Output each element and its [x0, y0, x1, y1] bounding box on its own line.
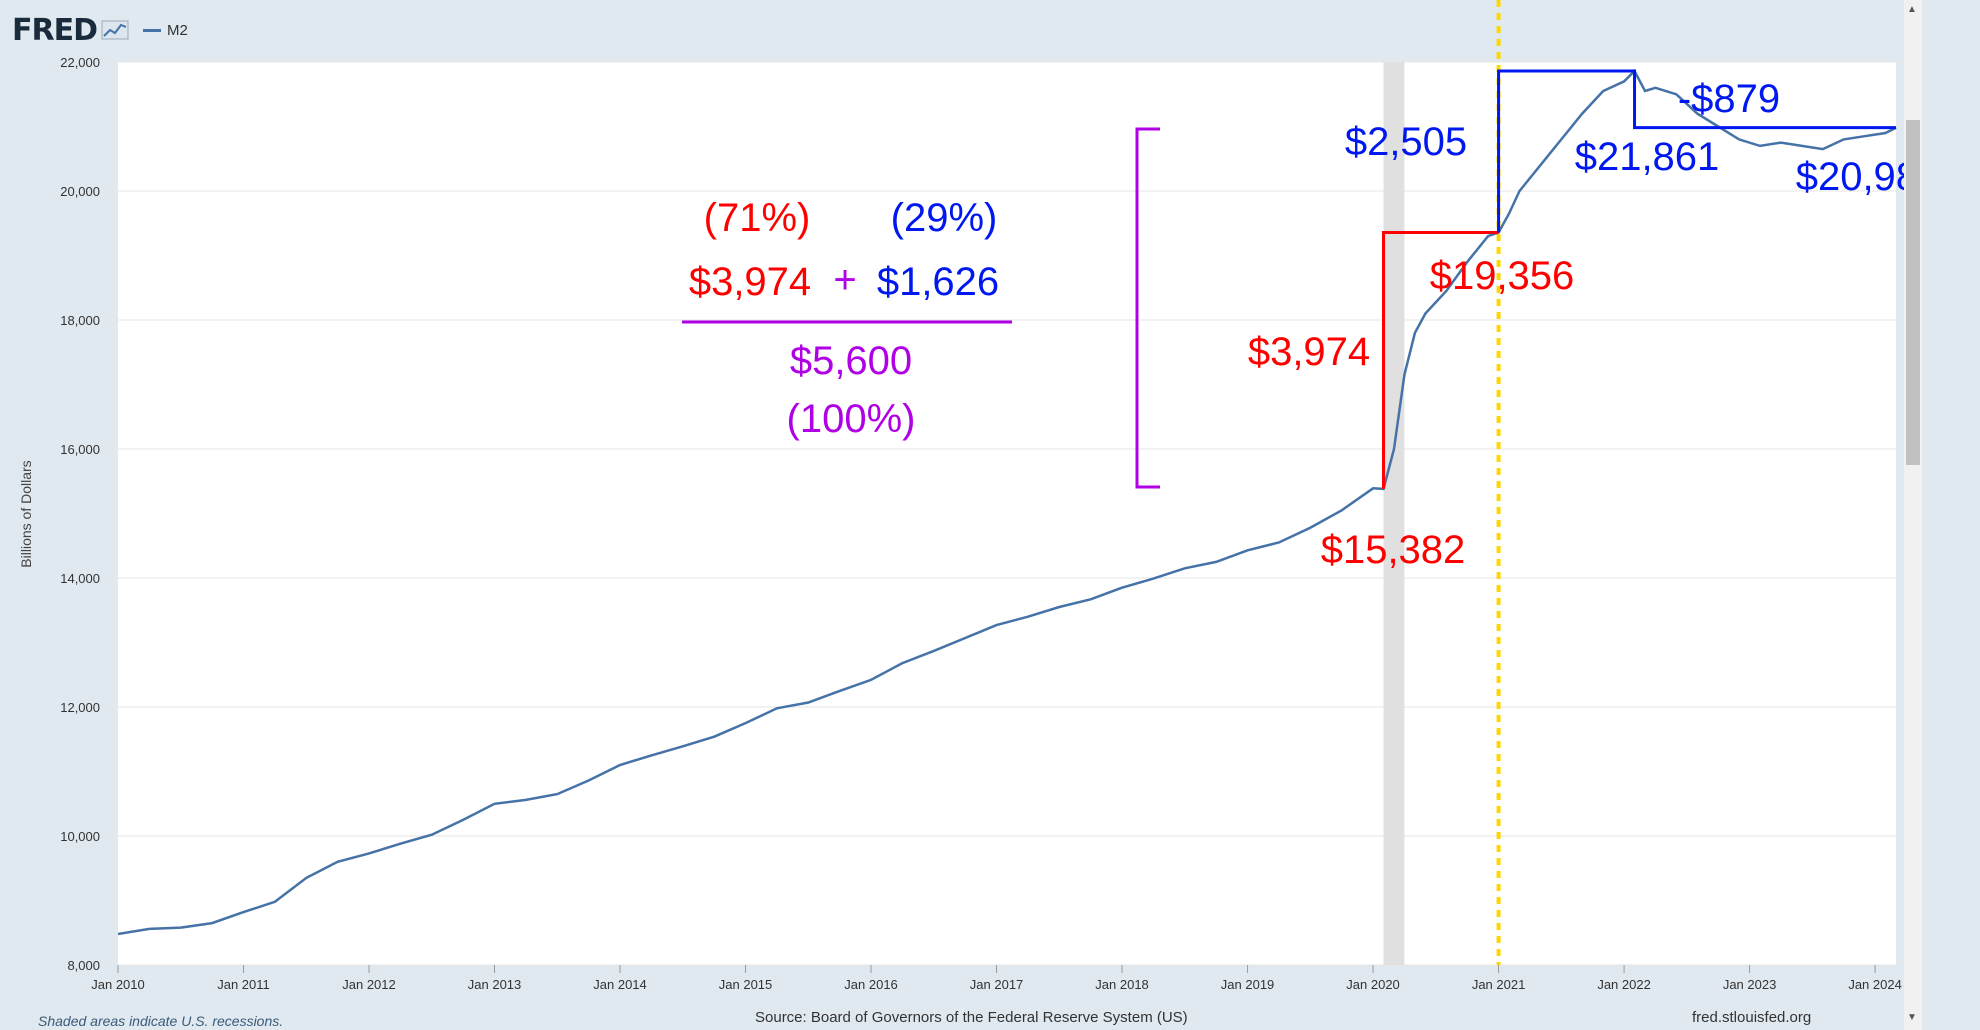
level-red-label: $19,356 [1430, 254, 1575, 298]
y-tick-label: 8,000 [67, 958, 100, 973]
x-tick-label: Jan 2018 [1095, 977, 1149, 992]
start-red-label: $15,382 [1321, 528, 1466, 572]
y-tick-label: 16,000 [60, 442, 100, 457]
fred-url-link[interactable]: fred.stlouisfed.org [1692, 1009, 1811, 1026]
pct-red-label: (71%) [704, 196, 811, 240]
x-tick-label: Jan 2015 [719, 977, 773, 992]
peak-blue-label: $21,861 [1575, 135, 1720, 179]
sum-blue-label: $1,626 [877, 260, 999, 304]
y-tick-label: 12,000 [60, 700, 100, 715]
x-tick-label: Jan 2022 [1597, 977, 1651, 992]
y-tick-label: 20,000 [60, 184, 100, 199]
x-tick-label: Jan 2010 [91, 977, 145, 992]
scroll-down-arrow-icon[interactable]: ▼ [1907, 1012, 1917, 1023]
scrollbar[interactable]: ▲ ▼ [1904, 0, 1922, 1030]
pct-blue-label: (29%) [891, 196, 998, 240]
x-tick-label: Jan 2019 [1221, 977, 1275, 992]
recession-note: Shaded areas indicate U.S. recessions. [38, 1013, 284, 1029]
sum-red-label: $3,974 [689, 260, 811, 304]
x-tick-label: Jan 2024 [1848, 977, 1902, 992]
x-tick-label: Jan 2020 [1346, 977, 1400, 992]
end-blue-label: $20,982 [1796, 155, 1904, 199]
rise-red-label: $3,974 [1248, 330, 1370, 374]
y-tick-label: 22,000 [60, 55, 100, 70]
y-tick-label: 18,000 [60, 313, 100, 328]
drop-blue-label: -$879 [1678, 77, 1780, 121]
y-tick-label: 14,000 [60, 571, 100, 586]
x-tick-label: Jan 2011 [217, 977, 270, 992]
y-ticks: 8,000 10,000 12,000 14,000 16,000 18,000 20,00… [60, 55, 100, 973]
plus-sign: + [833, 258, 856, 302]
y-tick-label: 10,000 [60, 829, 100, 844]
x-tick-label: Jan 2023 [1723, 977, 1777, 992]
x-tick-label: Jan 2013 [468, 977, 522, 992]
x-tick-label: Jan 2014 [593, 977, 647, 992]
x-tick-label: Jan 2021 [1472, 977, 1526, 992]
x-tick-label: Jan 2016 [844, 977, 898, 992]
scroll-thumb[interactable] [1906, 120, 1920, 465]
x-ticks: Jan 2010 Jan 2011 Jan 2012 Jan 2013 Jan 2014… [91, 965, 1902, 992]
scroll-up-arrow-icon[interactable]: ▲ [1907, 4, 1917, 15]
recession-band [1383, 62, 1405, 965]
plot-area [118, 62, 1896, 965]
x-tick-label: Jan 2012 [342, 977, 396, 992]
y-axis-label: Billions of Dollars [18, 460, 34, 567]
rise-blue-label: $2,505 [1345, 120, 1467, 164]
x-tick-label: Jan 2017 [970, 977, 1024, 992]
chart: 8,000 10,000 12,000 14,000 16,000 18,000 20,00… [18, 0, 1904, 992]
source-text: Source: Board of Governors of the Federa… [755, 1009, 1188, 1026]
total-pct-label: (100%) [787, 397, 916, 441]
total-label: $5,600 [790, 339, 912, 383]
